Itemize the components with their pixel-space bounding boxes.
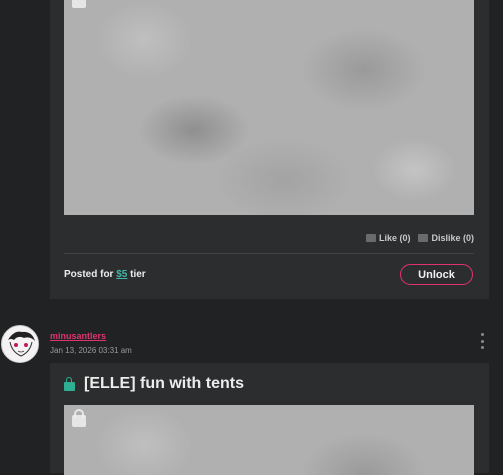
unlock-button[interactable]: Unlock: [400, 264, 473, 285]
posted-prefix: Posted for: [64, 269, 114, 280]
author-link[interactable]: minusantlers: [50, 331, 106, 341]
like-label: Like (0): [378, 233, 411, 243]
post-card-2: [ELLE] fun with tents: [50, 363, 489, 475]
post-title[interactable]: [ELLE] fun with tents: [64, 375, 244, 393]
dislike-label: Dislike (0): [431, 233, 474, 243]
post-timestamp: Jan 13, 2026 03:31 am: [50, 346, 132, 355]
thumbs-up-icon: [365, 234, 376, 242]
avatar-drawing: [3, 327, 38, 362]
thumbs-down-icon: [418, 234, 429, 242]
dislike-button[interactable]: Dislike (0): [418, 233, 474, 243]
posted-suffix: tier: [130, 269, 146, 280]
reactions-bar: Like (0) Dislike (0): [365, 233, 474, 243]
post-card-1: Like (0) Dislike (0) Posted for $5 tier …: [50, 0, 489, 299]
avatar[interactable]: [1, 325, 39, 363]
lock-icon: [72, 409, 86, 427]
post-title-text: [ELLE] fun with tents: [84, 375, 244, 392]
blurred-preview-image[interactable]: [64, 0, 474, 215]
more-options-icon[interactable]: [481, 333, 485, 349]
posted-for-tier: Posted for $5 tier: [64, 269, 146, 280]
tier-link[interactable]: $5: [116, 269, 127, 280]
divider: [64, 253, 474, 254]
like-button[interactable]: Like (0): [365, 233, 411, 243]
lock-icon: [64, 377, 75, 391]
lock-icon: [72, 0, 86, 8]
